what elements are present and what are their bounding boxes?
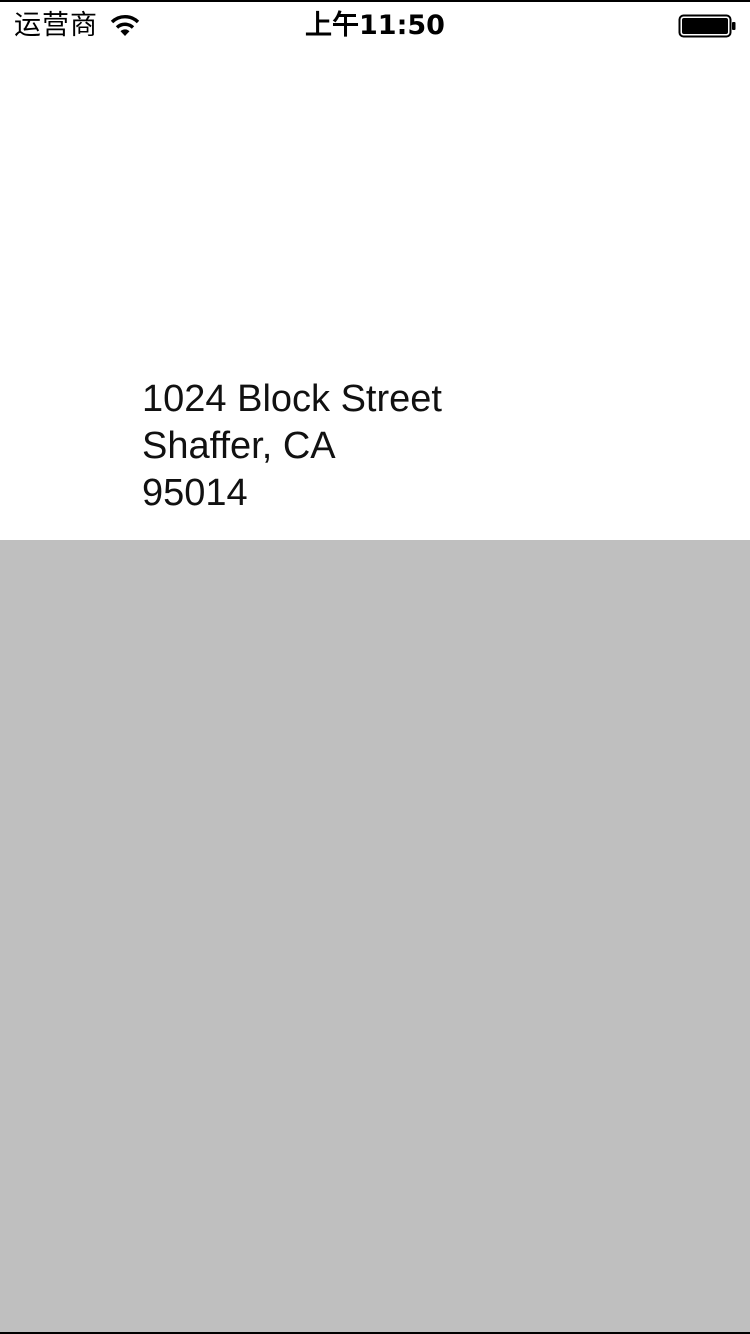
- screen: 运营商 上午11:50 1024 Block Street Shaffer, C…: [0, 0, 750, 1334]
- status-bar: 运营商 上午11:50: [0, 2, 750, 48]
- status-time: 上午11:50: [305, 10, 445, 41]
- battery-icon: [678, 14, 738, 40]
- address-zip: 95014: [142, 472, 248, 514]
- address-label: 1024 Block Street Shaffer, CA 95014: [142, 376, 442, 517]
- address-street: 1024 Block Street: [142, 378, 442, 420]
- address-city-state: Shaffer, CA: [142, 425, 336, 467]
- gray-content-panel: [0, 540, 750, 1332]
